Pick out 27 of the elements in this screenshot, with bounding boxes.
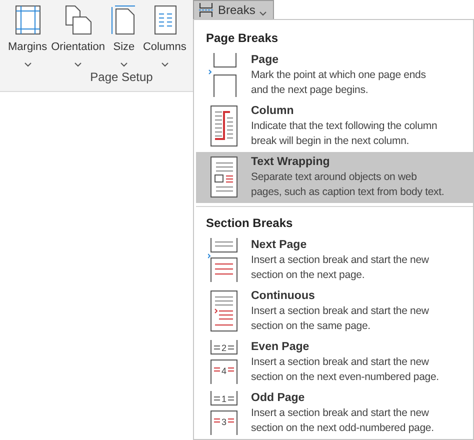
menu-item[interactable]: Column Indicate that the text following the column break will begin in the next column. [196, 101, 473, 152]
ribbon-button[interactable]: Margins [6, 4, 50, 66]
ribbon-button[interactable]: Columns [140, 4, 188, 66]
section-heading: Page Breaks [205, 30, 280, 47]
ribbon-button[interactable]: Size [106, 4, 141, 66]
chevron-icon [24, 62, 32, 66]
chevron-icon [160, 62, 169, 66]
text-wrapping-icon [208, 155, 240, 199]
section-heading: Section Breaks [205, 215, 294, 232]
ribbon-button[interactable]: Orientation [49, 4, 107, 66]
menu-item[interactable]: Next Page Insert a section break and start the new section on the next page. [196, 235, 473, 286]
menu-item[interactable]: 1 3 Odd Page Insert a section break and start the new section on the next odd-numbered page. [196, 388, 473, 439]
menu-item[interactable]: Continuous Insert a section break and start the new section on the same page. [196, 286, 473, 337]
chevron-icon [74, 62, 82, 66]
menu-item[interactable]: Page Mark the point at which one page ends and the next page begins. [196, 50, 473, 101]
chevron-icon [259, 10, 268, 16]
section-break-icon [208, 289, 240, 333]
section-break-icon [208, 238, 240, 282]
page-break-icon [198, 3, 214, 17]
pages-icon [63, 4, 94, 36]
breaks-button[interactable]: Breaks [193, 0, 274, 20]
chevron-icon [120, 62, 128, 66]
group-label: Page Setup [89, 69, 154, 86]
menu-item[interactable]: 2 4 Even Page Insert a section break and start the new section on the next even-numbered page. [196, 337, 473, 388]
menu-item[interactable]: Text Wrapping Separate text around objects on web pages, such as caption text from body text. [196, 152, 473, 203]
column-break-icon [208, 104, 240, 148]
margins-icon [12, 4, 43, 36]
